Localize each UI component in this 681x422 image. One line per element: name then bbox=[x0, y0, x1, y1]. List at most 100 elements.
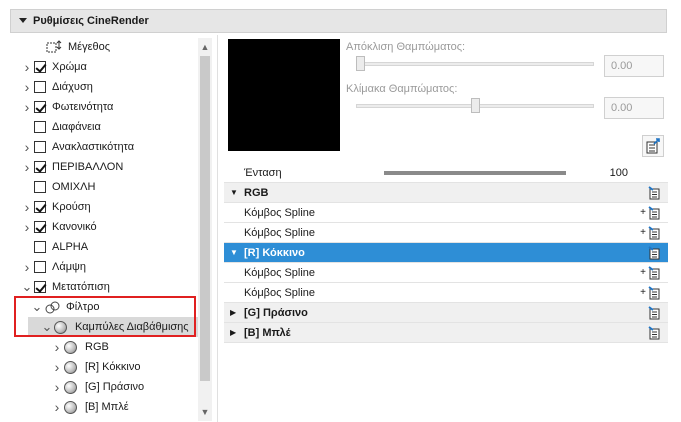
tree-item[interactable]: ΟΜΙΧΛΗ bbox=[12, 177, 202, 197]
tree-item[interactable]: › Διάχυση bbox=[12, 77, 202, 97]
sphere-icon bbox=[64, 400, 77, 414]
checkbox[interactable] bbox=[34, 281, 46, 293]
tree-item-label: Μετατόπιση bbox=[52, 281, 110, 293]
checkbox[interactable] bbox=[34, 141, 46, 153]
chevron-right-icon[interactable]: › bbox=[20, 259, 34, 275]
tree-item-label: RGB bbox=[85, 341, 109, 353]
checkbox[interactable] bbox=[34, 181, 46, 193]
chevron-right-icon[interactable]: › bbox=[50, 379, 64, 395]
chevron-down-icon[interactable]: ⌄ bbox=[20, 280, 34, 293]
checkbox[interactable] bbox=[34, 261, 46, 273]
list-icon[interactable] bbox=[648, 245, 660, 260]
tree-item[interactable]: › Ανακλαστικότητα bbox=[12, 137, 202, 157]
list-icon[interactable] bbox=[648, 285, 660, 300]
shadow-scale-field[interactable]: 0.00 bbox=[604, 97, 664, 119]
checkbox[interactable] bbox=[34, 61, 46, 73]
chevron-right-icon[interactable]: › bbox=[20, 59, 34, 75]
export-button[interactable] bbox=[642, 135, 664, 157]
chevron-down-icon[interactable]: ▼ bbox=[230, 188, 238, 197]
shadow-scale-slider[interactable] bbox=[471, 98, 480, 113]
checkbox[interactable] bbox=[34, 101, 46, 113]
chevron-right-icon[interactable]: › bbox=[20, 219, 34, 235]
channel-group-row[interactable]: ▼ [R] Κόκκινο bbox=[224, 243, 668, 263]
spline-node-row[interactable]: Κόμβος Spline + bbox=[224, 223, 668, 243]
row-label: Κόμβος Spline bbox=[244, 286, 316, 299]
add-icon[interactable]: + bbox=[640, 287, 646, 298]
tree-item[interactable]: ⌄ Μετατόπιση bbox=[12, 277, 202, 297]
add-icon[interactable]: + bbox=[640, 207, 646, 218]
tree-item[interactable]: › Κανονικό bbox=[12, 217, 202, 237]
chevron-right-icon[interactable]: › bbox=[50, 359, 64, 375]
list-icon[interactable] bbox=[648, 225, 660, 240]
checkbox[interactable] bbox=[34, 201, 46, 213]
sphere-icon bbox=[64, 380, 77, 394]
scroll-thumb[interactable] bbox=[200, 56, 210, 381]
shadow-scale-label: Κλίμακα Θαμπώματος: bbox=[346, 83, 458, 95]
tree-item[interactable]: › Φωτεινότητα bbox=[12, 97, 202, 117]
tree-item-label: ALPHA bbox=[52, 241, 89, 253]
spline-node-row[interactable]: Κόμβος Spline + bbox=[224, 203, 668, 223]
tree-item[interactable]: Διαφάνεια bbox=[12, 117, 202, 137]
panel-header[interactable]: Ρυθμίσεις CineRender bbox=[10, 9, 667, 33]
intensity-value[interactable]: 100 bbox=[610, 167, 628, 179]
tree-item[interactable]: › Κρούση bbox=[12, 197, 202, 217]
chevron-right-icon[interactable]: › bbox=[20, 99, 34, 115]
list-icon[interactable] bbox=[648, 325, 660, 340]
tree-item[interactable]: › RGB bbox=[12, 337, 202, 357]
checkbox[interactable] bbox=[34, 161, 46, 173]
shadow-deviation-field[interactable]: 0.00 bbox=[604, 55, 664, 77]
chevron-down-icon[interactable]: ▼ bbox=[230, 248, 238, 257]
chevron-right-icon[interactable]: ▶ bbox=[230, 328, 236, 337]
list-icon[interactable] bbox=[648, 265, 660, 280]
chevron-right-icon[interactable]: › bbox=[50, 339, 64, 355]
checkbox[interactable] bbox=[34, 241, 46, 253]
tree-item[interactable]: › ΠΕΡΙΒΑΛΛΟΝ bbox=[12, 157, 202, 177]
channel-group-row[interactable]: ▶ [G] Πράσινο bbox=[224, 303, 668, 323]
intensity-slider[interactable] bbox=[384, 171, 566, 175]
add-icon[interactable]: + bbox=[640, 227, 646, 238]
tree-item-label: Ανακλαστικότητα bbox=[52, 141, 135, 153]
spline-node-row[interactable]: Κόμβος Spline + bbox=[224, 283, 668, 303]
list-icon[interactable] bbox=[648, 185, 660, 200]
row-label: Κόμβος Spline bbox=[244, 266, 316, 279]
chevron-right-icon[interactable]: › bbox=[20, 79, 34, 95]
checkbox[interactable] bbox=[34, 81, 46, 93]
tree-item[interactable]: › [B] Μπλέ bbox=[12, 397, 202, 417]
list-icon[interactable] bbox=[648, 305, 660, 320]
list-icon[interactable] bbox=[648, 205, 660, 220]
tree-item[interactable]: › Λάμψη bbox=[12, 257, 202, 277]
intensity-row[interactable]: Ένταση 100 bbox=[224, 163, 668, 183]
row-label: Κόμβος Spline bbox=[244, 226, 316, 239]
shadow-deviation-label: Απόκλιση Θαμπώματος: bbox=[346, 41, 466, 53]
tree-item-label: Χρώμα bbox=[52, 61, 87, 73]
checkbox[interactable] bbox=[34, 121, 46, 133]
tree-scrollbar[interactable]: ▲ ▼ bbox=[198, 38, 212, 421]
tree-item-label: ΟΜΙΧΛΗ bbox=[52, 181, 96, 193]
tree-item[interactable]: › Χρώμα bbox=[12, 57, 202, 77]
checkbox[interactable] bbox=[34, 221, 46, 233]
chevron-right-icon[interactable]: › bbox=[20, 159, 34, 175]
row-label: RGB bbox=[244, 186, 269, 199]
tree-item[interactable]: › [R] Κόκκινο bbox=[12, 357, 202, 377]
chevron-right-icon[interactable]: › bbox=[20, 199, 34, 215]
tree-item[interactable]: Μέγεθος bbox=[12, 37, 202, 57]
row-label: Κόμβος Spline bbox=[244, 206, 316, 219]
tree-item[interactable]: › [G] Πράσινο bbox=[12, 377, 202, 397]
tree-item[interactable]: ALPHA bbox=[12, 237, 202, 257]
spline-node-row[interactable]: Κόμβος Spline + bbox=[224, 263, 668, 283]
tree-item-label: Φωτεινότητα bbox=[52, 101, 114, 113]
chevron-right-icon[interactable]: ▶ bbox=[230, 308, 236, 317]
tree-item-label: Κανονικό bbox=[52, 221, 97, 233]
shadow-deviation-track[interactable] bbox=[356, 62, 594, 66]
detail-pane: Απόκλιση Θαμπώματος: 0.00 Κλίμακα Θαμπώμ… bbox=[224, 35, 668, 422]
tree-item-label: Κρούση bbox=[52, 201, 91, 213]
scroll-down-icon[interactable]: ▼ bbox=[198, 405, 212, 419]
add-icon[interactable]: + bbox=[640, 267, 646, 278]
chevron-right-icon[interactable]: › bbox=[20, 139, 34, 155]
shadow-deviation-slider[interactable] bbox=[356, 56, 365, 71]
channel-group-row[interactable]: ▶ [B] Μπλέ bbox=[224, 323, 668, 343]
chevron-right-icon[interactable]: › bbox=[50, 399, 64, 415]
channel-group-row[interactable]: ▼ RGB bbox=[224, 183, 668, 203]
collapse-triangle-icon[interactable] bbox=[19, 17, 27, 25]
scroll-up-icon[interactable]: ▲ bbox=[198, 40, 212, 54]
